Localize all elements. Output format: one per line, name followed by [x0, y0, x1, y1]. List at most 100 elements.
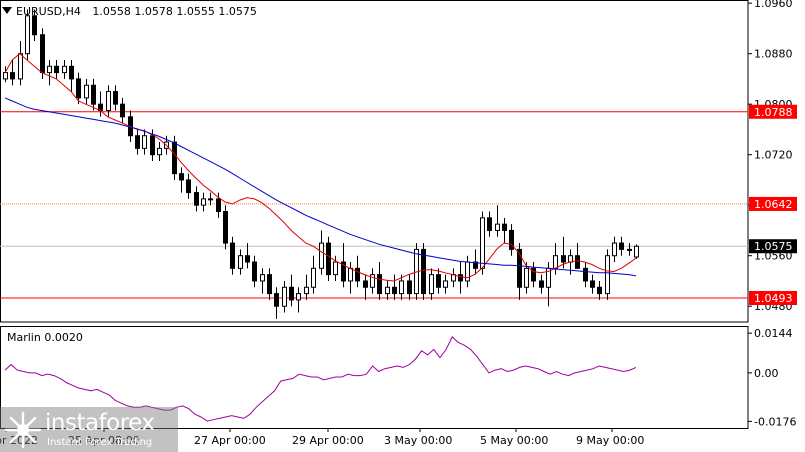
time-tick-label: 9 May 00:00 — [576, 434, 644, 447]
candle-body — [458, 274, 463, 282]
logo-mark-icon — [4, 411, 42, 449]
candle-body — [179, 173, 184, 181]
candle-body — [230, 242, 235, 269]
candle-body — [282, 286, 287, 307]
candle-body — [539, 280, 544, 288]
candle-body — [208, 198, 213, 201]
chart-canvas: 1.09601.08801.08001.07201.06401.05601.04… — [0, 0, 797, 447]
candle-body — [157, 147, 162, 156]
candle-body — [216, 198, 221, 213]
ohlc-values: 1.0558 1.0578 1.0555 1.0575 — [92, 5, 257, 18]
candle-body — [612, 242, 617, 257]
candle-body — [3, 72, 8, 80]
candle-body — [296, 293, 301, 301]
main-panel-frame — [0, 0, 749, 323]
candle-body — [252, 261, 257, 282]
candle-body — [385, 286, 390, 295]
candle-body — [260, 274, 265, 282]
candle-body — [274, 293, 279, 307]
candle-body — [605, 255, 610, 295]
candle-body — [40, 34, 45, 74]
candle-body — [113, 91, 118, 105]
level-label: 1.0642 — [754, 198, 793, 211]
candle-body — [62, 65, 67, 74]
candle-body — [25, 15, 30, 55]
candle-body — [392, 286, 397, 295]
candle-body — [561, 255, 566, 263]
candle-body — [18, 53, 23, 80]
candle-body — [583, 267, 588, 282]
candle-body — [326, 242, 331, 276]
candle-body — [619, 242, 624, 250]
candle-body — [517, 248, 522, 288]
candle-body — [223, 211, 228, 244]
candle-body — [245, 255, 250, 263]
candle-body — [120, 103, 125, 118]
time-tick-label: 27 Apr 00:00 — [194, 434, 266, 447]
candle-body — [627, 248, 632, 251]
candle-body — [54, 65, 59, 74]
candle-body — [436, 274, 441, 288]
symbol-label: EURUSD,H4 — [16, 5, 81, 18]
time-tick-label: 29 Apr 00:00 — [292, 434, 364, 447]
candle-body — [32, 15, 37, 36]
logo-tagline: Instant Forex Trading — [47, 437, 153, 448]
candle-body — [363, 280, 368, 288]
candle-body — [69, 65, 74, 80]
candle-body — [106, 91, 111, 111]
candle-body — [10, 72, 15, 80]
symbol-header: EURUSD,H4 1.0558 1.0578 1.0555 1.0575 — [2, 5, 257, 18]
candle-body — [421, 248, 426, 295]
candle-body — [186, 179, 191, 194]
indicator-tick-label: -0.0176 — [754, 415, 796, 428]
candle-body — [348, 267, 353, 282]
price-tick-label: 1.0720 — [754, 149, 793, 162]
candle-body — [150, 135, 155, 156]
candle-body — [304, 286, 309, 295]
candle-body — [333, 261, 338, 276]
candle-body — [319, 242, 324, 269]
indicator-tick-label: 0.0144 — [754, 327, 793, 340]
candle-body — [194, 192, 199, 206]
logo-brand: instaforex — [45, 410, 155, 436]
level-label: 1.0493 — [754, 292, 793, 305]
candle-body — [634, 245, 639, 258]
candle-body — [429, 274, 434, 295]
indicator-tick-label: 0.00 — [754, 367, 779, 380]
candle-body — [568, 255, 573, 263]
candle-body — [553, 255, 558, 269]
candle-body — [84, 84, 89, 99]
candle-body — [238, 255, 243, 269]
candle-body — [575, 255, 580, 269]
candle-body — [355, 267, 360, 282]
watermark-logo: instaforex Instant Forex Trading — [0, 407, 178, 452]
candle-body — [480, 217, 485, 269]
candle-body — [91, 84, 96, 105]
candle-body — [76, 78, 81, 99]
current-price-label: 1.0575 — [754, 240, 793, 253]
time-tick-label: 5 May 00:00 — [480, 434, 548, 447]
candle-body — [377, 274, 382, 295]
candle-body — [311, 267, 316, 288]
candle-body — [47, 65, 52, 74]
candle-body — [289, 286, 294, 301]
candle-body — [502, 223, 507, 231]
candle-body — [399, 280, 404, 295]
candle-body — [201, 198, 206, 206]
candle-body — [172, 141, 177, 175]
candle-body — [142, 135, 147, 149]
dropdown-arrow-icon[interactable] — [2, 7, 12, 14]
candle-body — [267, 274, 272, 295]
price-tick-label: 1.0960 — [754, 0, 793, 10]
level-label: 1.0788 — [754, 106, 793, 119]
indicator-title: Marlin 0.0020 — [7, 331, 83, 344]
candle-body — [495, 223, 500, 231]
candle-body — [443, 280, 448, 288]
candle-body — [597, 286, 602, 295]
time-tick-label: 3 May 00:00 — [384, 434, 452, 447]
candle-body — [590, 280, 595, 288]
candle-body — [487, 217, 492, 231]
candle-body — [135, 135, 140, 149]
candle-body — [407, 280, 412, 295]
price-tick-label: 1.0880 — [754, 48, 793, 61]
